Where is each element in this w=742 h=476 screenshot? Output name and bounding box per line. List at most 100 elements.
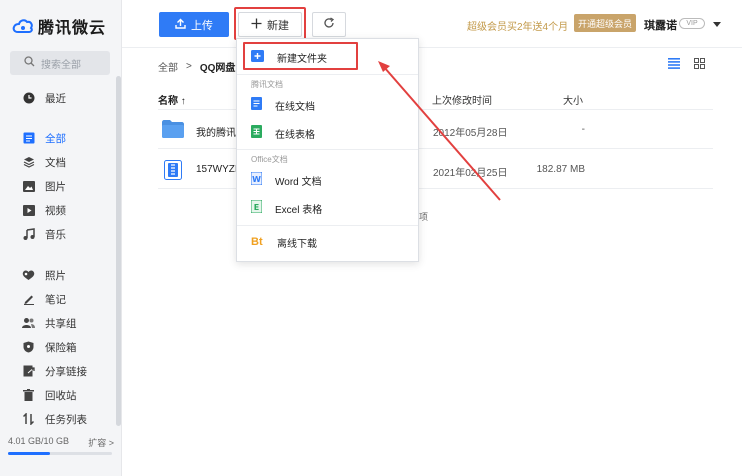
user-menu-caret-icon[interactable] [713, 22, 721, 27]
sidebar-item-label: 任务列表 [45, 413, 87, 426]
menu-separator [237, 74, 418, 75]
new-button-highlight-box [234, 7, 306, 40]
storage-used-text: 4.01 GB/10 GB [8, 436, 70, 446]
sidebar-item-tasks[interactable]: 任务列表 [0, 407, 87, 431]
search-icon [24, 56, 35, 70]
menu-item-excel-sheet[interactable]: E Excel 表格 [237, 197, 418, 219]
promo-text[interactable]: 超级会员买2年送4个月 [467, 18, 568, 33]
search-input[interactable]: 搜索全部 [10, 51, 110, 75]
sidebar-item-label: 全部 [45, 132, 66, 145]
breadcrumb-root[interactable]: 全部 [158, 59, 178, 74]
sidebar-item-label: 笔记 [45, 293, 66, 306]
sidebar-item-label: 照片 [45, 269, 66, 282]
menu-item-label: 在线文档 [275, 101, 315, 113]
column-size-header[interactable]: 大小 [563, 92, 583, 107]
photo-icon [22, 269, 35, 282]
sidebar-item-recent[interactable]: 最近 [0, 86, 66, 110]
sidebar-item-photos[interactable]: 照片 [0, 263, 66, 287]
user-name[interactable]: 琪露诺 [644, 17, 677, 33]
storage-info: 4.01 GB/10 GB 扩容 > [8, 436, 114, 449]
sidebar-item-images[interactable]: 图片 [0, 174, 66, 198]
storage-bar-fill [8, 452, 50, 455]
sidebar-item-notes[interactable]: 笔记 [0, 287, 66, 311]
sidebar-item-label: 分享链接 [45, 365, 87, 378]
new-dropdown-menu: 新建文件夹 腾讯文档 在线文档 在线表格 Office文档 W Word 文档 … [236, 38, 419, 262]
sidebar-scrollbar[interactable] [116, 76, 121, 426]
archive-file-icon [164, 160, 182, 183]
list-view-icon[interactable] [668, 58, 680, 72]
menu-item-label: 离线下载 [277, 238, 317, 250]
online-doc-icon [251, 97, 262, 113]
file-date: 2021年02月25日 [433, 168, 508, 179]
image-icon [22, 180, 35, 193]
sidebar-item-docs[interactable]: 文档 [0, 150, 66, 174]
share-link-icon [22, 365, 35, 378]
file-size: - [581, 124, 585, 135]
vip-badge-text: VIP [686, 20, 698, 27]
trash-icon [22, 389, 35, 402]
sidebar-item-label: 图片 [45, 180, 66, 193]
upload-icon [175, 18, 186, 32]
pen-icon [22, 293, 35, 306]
layers-icon [22, 156, 35, 169]
menu-item-label: 在线表格 [275, 129, 315, 141]
sidebar-item-label: 最近 [45, 92, 66, 105]
sidebar-item-share-links[interactable]: 分享链接 [0, 359, 87, 383]
menu-item-online-doc[interactable]: 在线文档 [237, 94, 418, 116]
vip-badge: VIP [679, 18, 705, 29]
menu-item-label: Word 文档 [275, 176, 322, 188]
menu-separator [237, 225, 418, 226]
menu-separator [237, 149, 418, 150]
file-name[interactable]: 我的腾讯 [196, 124, 236, 139]
app-logo-text: 腾讯微云 [38, 18, 107, 37]
breadcrumb-separator: > [186, 61, 192, 72]
item-count-text: 项 [419, 212, 429, 222]
grid-view-icon[interactable] [694, 58, 705, 72]
top-toolbar: 上传 新建 超级会员买2年送4个月 开通超级会员 琪露诺 VIP [122, 0, 742, 48]
sidebar-item-recycle-bin[interactable]: 回收站 [0, 383, 77, 407]
refresh-button[interactable] [312, 12, 346, 37]
music-icon [22, 228, 35, 241]
expand-storage-link[interactable]: 扩容 > [88, 436, 114, 449]
breadcrumb-current: QQ网盘 [199, 63, 236, 74]
sidebar-item-music[interactable]: 音乐 [0, 222, 66, 246]
sidebar-item-label: 共享组 [45, 317, 77, 330]
column-name-header[interactable]: 名称 ↑ [158, 92, 186, 107]
sidebar-item-all[interactable]: 全部 [0, 126, 66, 150]
file-name[interactable]: 157WYZI [196, 164, 238, 175]
word-icon: W [250, 171, 263, 188]
sidebar-item-share-group[interactable]: 共享组 [0, 311, 77, 335]
transfer-icon [22, 413, 35, 426]
open-vip-button[interactable]: 开通超级会员 [574, 14, 636, 32]
sidebar-item-label: 文档 [45, 156, 66, 169]
sidebar-item-label: 音乐 [45, 228, 66, 241]
video-icon [22, 204, 35, 217]
view-toggle [668, 58, 705, 72]
menu-item-offline-download[interactable]: Bt 离线下载 [237, 231, 418, 253]
menu-group-office: Office文档 [251, 155, 288, 164]
menu-item-online-sheet[interactable]: 在线表格 [237, 122, 418, 144]
sidebar-item-safe[interactable]: 保险箱 [0, 335, 77, 359]
sidebar-item-label: 保险箱 [45, 341, 77, 354]
excel-icon: E [250, 199, 263, 216]
bt-download-icon: Bt [251, 236, 263, 248]
group-icon [22, 317, 35, 330]
upload-button[interactable]: 上传 [159, 12, 229, 37]
search-placeholder: 搜索全部 [41, 59, 81, 71]
sidebar-item-videos[interactable]: 视频 [0, 198, 66, 222]
storage-bar [8, 452, 112, 455]
file-date: 2012年05月28日 [433, 128, 508, 139]
folder-icon [162, 120, 184, 141]
app-logo[interactable]: 腾讯微云 [12, 14, 106, 38]
menu-item-word-doc[interactable]: W Word 文档 [237, 169, 418, 191]
column-date-header[interactable]: 上次修改时间 [432, 92, 492, 107]
all-files-icon [22, 132, 35, 145]
svg-text:E: E [254, 203, 259, 212]
menu-item-label: Excel 表格 [275, 204, 323, 216]
new-folder-highlight-box [243, 42, 358, 70]
refresh-icon [323, 17, 335, 32]
file-size: 182.87 MB [536, 164, 585, 175]
svg-text:W: W [252, 175, 261, 184]
menu-group-tencent-docs: 腾讯文档 [251, 80, 283, 89]
upload-label: 上传 [191, 19, 213, 32]
